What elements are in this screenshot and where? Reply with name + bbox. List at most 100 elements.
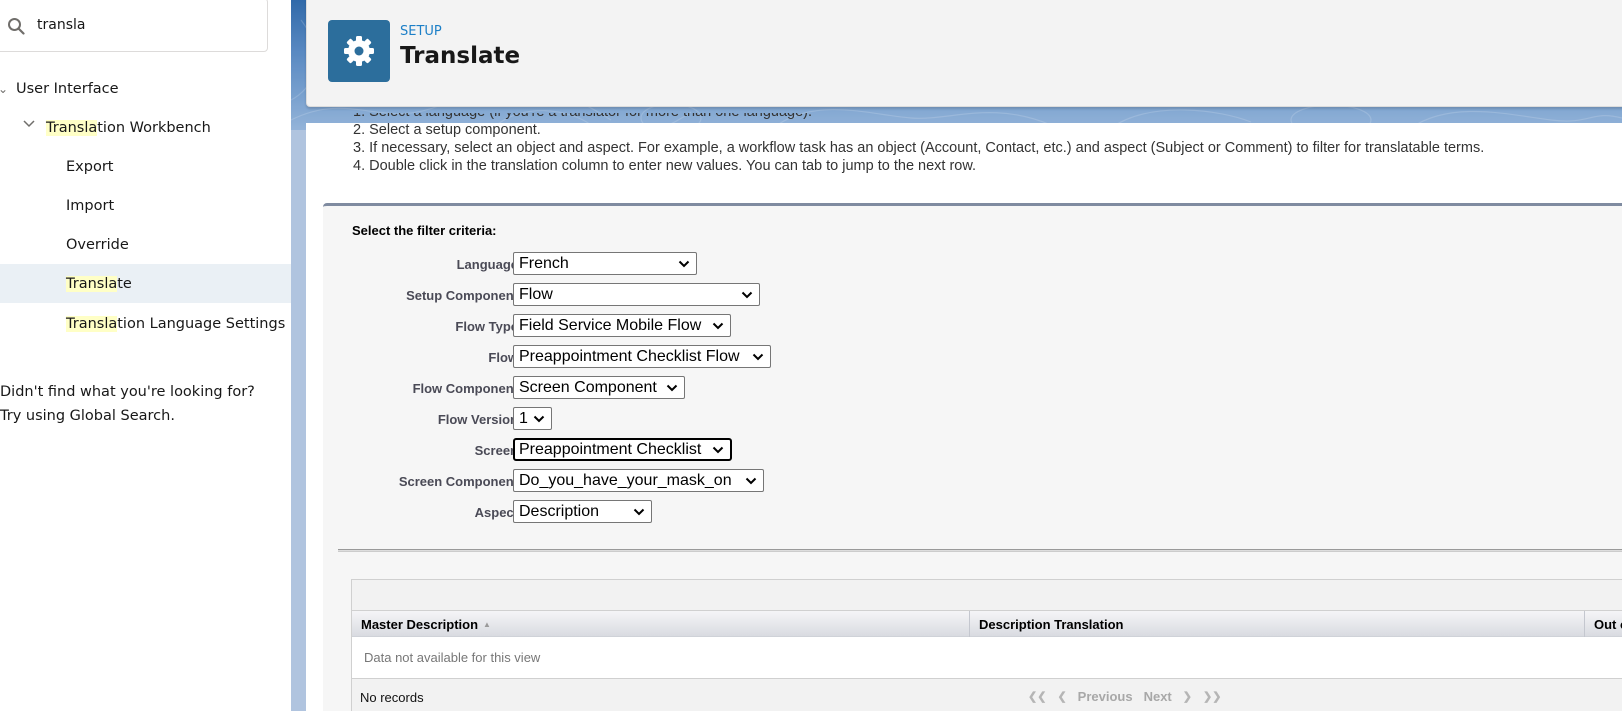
language-label: Language	[456, 257, 518, 272]
chevron-down-icon	[675, 258, 693, 270]
header-eyebrow: SETUP	[400, 24, 442, 39]
flow-version-value: 1	[519, 409, 528, 427]
gear-icon	[344, 36, 374, 66]
tree-item-export[interactable]: Export	[0, 147, 291, 186]
first-page-icon[interactable]: ❮❮	[1028, 690, 1046, 703]
filter-row-flow-version: Flow Version 1	[323, 407, 1223, 431]
instruction-step-1: 1. Select a language (if you're a transl…	[353, 113, 1484, 121]
column-label: Out o	[1594, 616, 1622, 632]
column-label: Description Translation	[979, 616, 1124, 632]
filter-row-flow-type: Flow Type Field Service Mobile Flow	[323, 314, 1223, 338]
instructions-list: 1. Select a language (if you're a transl…	[353, 113, 1484, 175]
flow-type-select[interactable]: Field Service Mobile Flow	[513, 314, 731, 337]
aspect-value: Description	[519, 502, 600, 520]
filter-row-language: Language French	[323, 252, 1223, 276]
next-button[interactable]: Next	[1144, 689, 1172, 704]
chevron-down-icon	[742, 475, 760, 487]
flow-component-label: Flow Component	[412, 381, 518, 396]
aspect-label: Aspect	[474, 505, 518, 520]
no-results-help: Didn't find what you're looking for? Try…	[0, 380, 255, 428]
grid-footer: No records ❮❮ ❮ Previous Next ❯ ❯❯	[352, 680, 1622, 711]
screen-component-select[interactable]: Do_you_have_your_mask_on	[513, 469, 764, 492]
column-header-out-of-date[interactable]: Out o	[1585, 611, 1622, 637]
global-search-hint: Try using Global Search.	[0, 408, 175, 424]
grid-header-row: Master Description ▲ Description Transla…	[352, 611, 1622, 637]
filter-row-screen: Screen Preappointment Checklist	[323, 438, 1223, 462]
flow-value: Preappointment Checklist Flow	[519, 347, 740, 365]
screen-label: Screen	[474, 443, 518, 458]
filter-row-flow: Flow Preappointment Checklist Flow	[323, 345, 1223, 369]
help-line: Didn't find what you're looking for?	[0, 384, 255, 400]
quick-find-box[interactable]	[0, 0, 268, 52]
chevron-down-icon	[530, 413, 548, 425]
tree-item-import[interactable]: Import	[0, 186, 291, 225]
search-icon	[8, 18, 25, 35]
filter-criteria-heading: Select the filter criteria:	[352, 223, 497, 238]
instruction-step-3: 3. If necessary, select an object and as…	[353, 140, 1485, 156]
chevron-down-icon	[738, 289, 756, 301]
chevron-down-icon[interactable]: ⌄	[0, 82, 8, 96]
chevron-down-icon	[630, 506, 648, 518]
chevron-down-icon	[749, 351, 767, 363]
instruction-step-2: 2. Select a setup component.	[353, 122, 541, 138]
setup-component-select[interactable]: Flow	[513, 283, 760, 306]
column-header-master-description[interactable]: Master Description ▲	[352, 611, 970, 637]
filter-row-flow-component: Flow Component Screen Component	[323, 376, 1223, 400]
empty-message: Data not available for this view	[364, 650, 541, 665]
flow-type-label: Flow Type	[455, 319, 518, 334]
tree-item-label: User Interface	[16, 80, 119, 97]
tree-item-label: Translation Language Settings	[66, 315, 286, 332]
screen-component-value: Do_you_have_your_mask_on	[519, 471, 732, 489]
chevron-down-icon	[709, 320, 727, 332]
record-count: No records	[360, 690, 424, 705]
page-header: SETUP Translate	[306, 0, 1622, 107]
page-title: Translate	[400, 43, 521, 69]
pagination: ❮❮ ❮ Previous Next ❯ ❯❯	[1028, 689, 1221, 704]
tree-item-label: Override	[66, 236, 129, 253]
grid-body: Data not available for this view	[352, 637, 1622, 679]
tree-item-label: Translate	[66, 275, 132, 292]
last-page-icon[interactable]: ❯❯	[1203, 690, 1221, 703]
section-divider	[338, 549, 1622, 552]
column-header-description-translation[interactable]: Description Translation	[970, 611, 1585, 637]
translate-content: 1. Select a language (if you're a transl…	[306, 113, 1622, 711]
tree-item-label: Import	[66, 197, 115, 214]
grid-toolbar	[352, 580, 1622, 611]
tree-item-translation-workbench[interactable]: Translation Workbench	[0, 108, 291, 147]
translation-grid: Master Description ▲ Description Transla…	[351, 579, 1622, 711]
setup-icon-tile	[328, 20, 390, 82]
chevron-down-icon[interactable]	[22, 117, 36, 133]
tree-item-label: Translation Workbench	[46, 119, 211, 136]
previous-button[interactable]: Previous	[1078, 689, 1133, 704]
chevron-down-icon	[663, 382, 681, 394]
setup-sidebar: ⌄ User Interface Translation Workbench E…	[0, 0, 291, 711]
tree-item-user-interface[interactable]: ⌄ User Interface	[0, 69, 291, 108]
quick-find-input[interactable]	[37, 13, 257, 37]
screen-value: Preappointment Checklist	[519, 440, 702, 458]
flow-version-select[interactable]: 1	[513, 407, 552, 430]
screen-select[interactable]: Preappointment Checklist	[513, 438, 732, 461]
tree-item-override[interactable]: Override	[0, 225, 291, 264]
instruction-step-4: 4. Double click in the translation colum…	[353, 158, 977, 174]
tree-item-translation-language-settings[interactable]: Translation Language Settings	[0, 304, 291, 343]
aspect-select[interactable]: Description	[513, 500, 652, 523]
chevron-down-icon	[709, 444, 727, 456]
setup-component-value: Flow	[519, 285, 553, 303]
tree-item-translate[interactable]: Translate	[0, 264, 291, 303]
screen-component-label: Screen Component	[398, 474, 518, 489]
language-value: French	[519, 254, 569, 272]
prev-page-icon[interactable]: ❮	[1057, 690, 1066, 703]
language-select[interactable]: French	[513, 252, 697, 275]
flow-version-label: Flow Version	[437, 412, 518, 427]
filter-panel: Select the filter criteria: Language Fre…	[323, 203, 1622, 711]
flow-component-select[interactable]: Screen Component	[513, 376, 685, 399]
filter-row-aspect: Aspect Description	[323, 500, 1223, 524]
next-page-icon[interactable]: ❯	[1183, 690, 1192, 703]
filter-row-setup-component: Setup Component Flow	[323, 283, 1223, 307]
column-label: Master Description	[361, 616, 479, 632]
flow-type-value: Field Service Mobile Flow	[519, 316, 702, 334]
flow-select[interactable]: Preappointment Checklist Flow	[513, 345, 771, 368]
setup-component-label: Setup Component	[406, 288, 518, 303]
sort-ascending-icon: ▲	[483, 619, 491, 629]
filter-row-screen-component: Screen Component Do_you_have_your_mask_o…	[323, 469, 1223, 493]
